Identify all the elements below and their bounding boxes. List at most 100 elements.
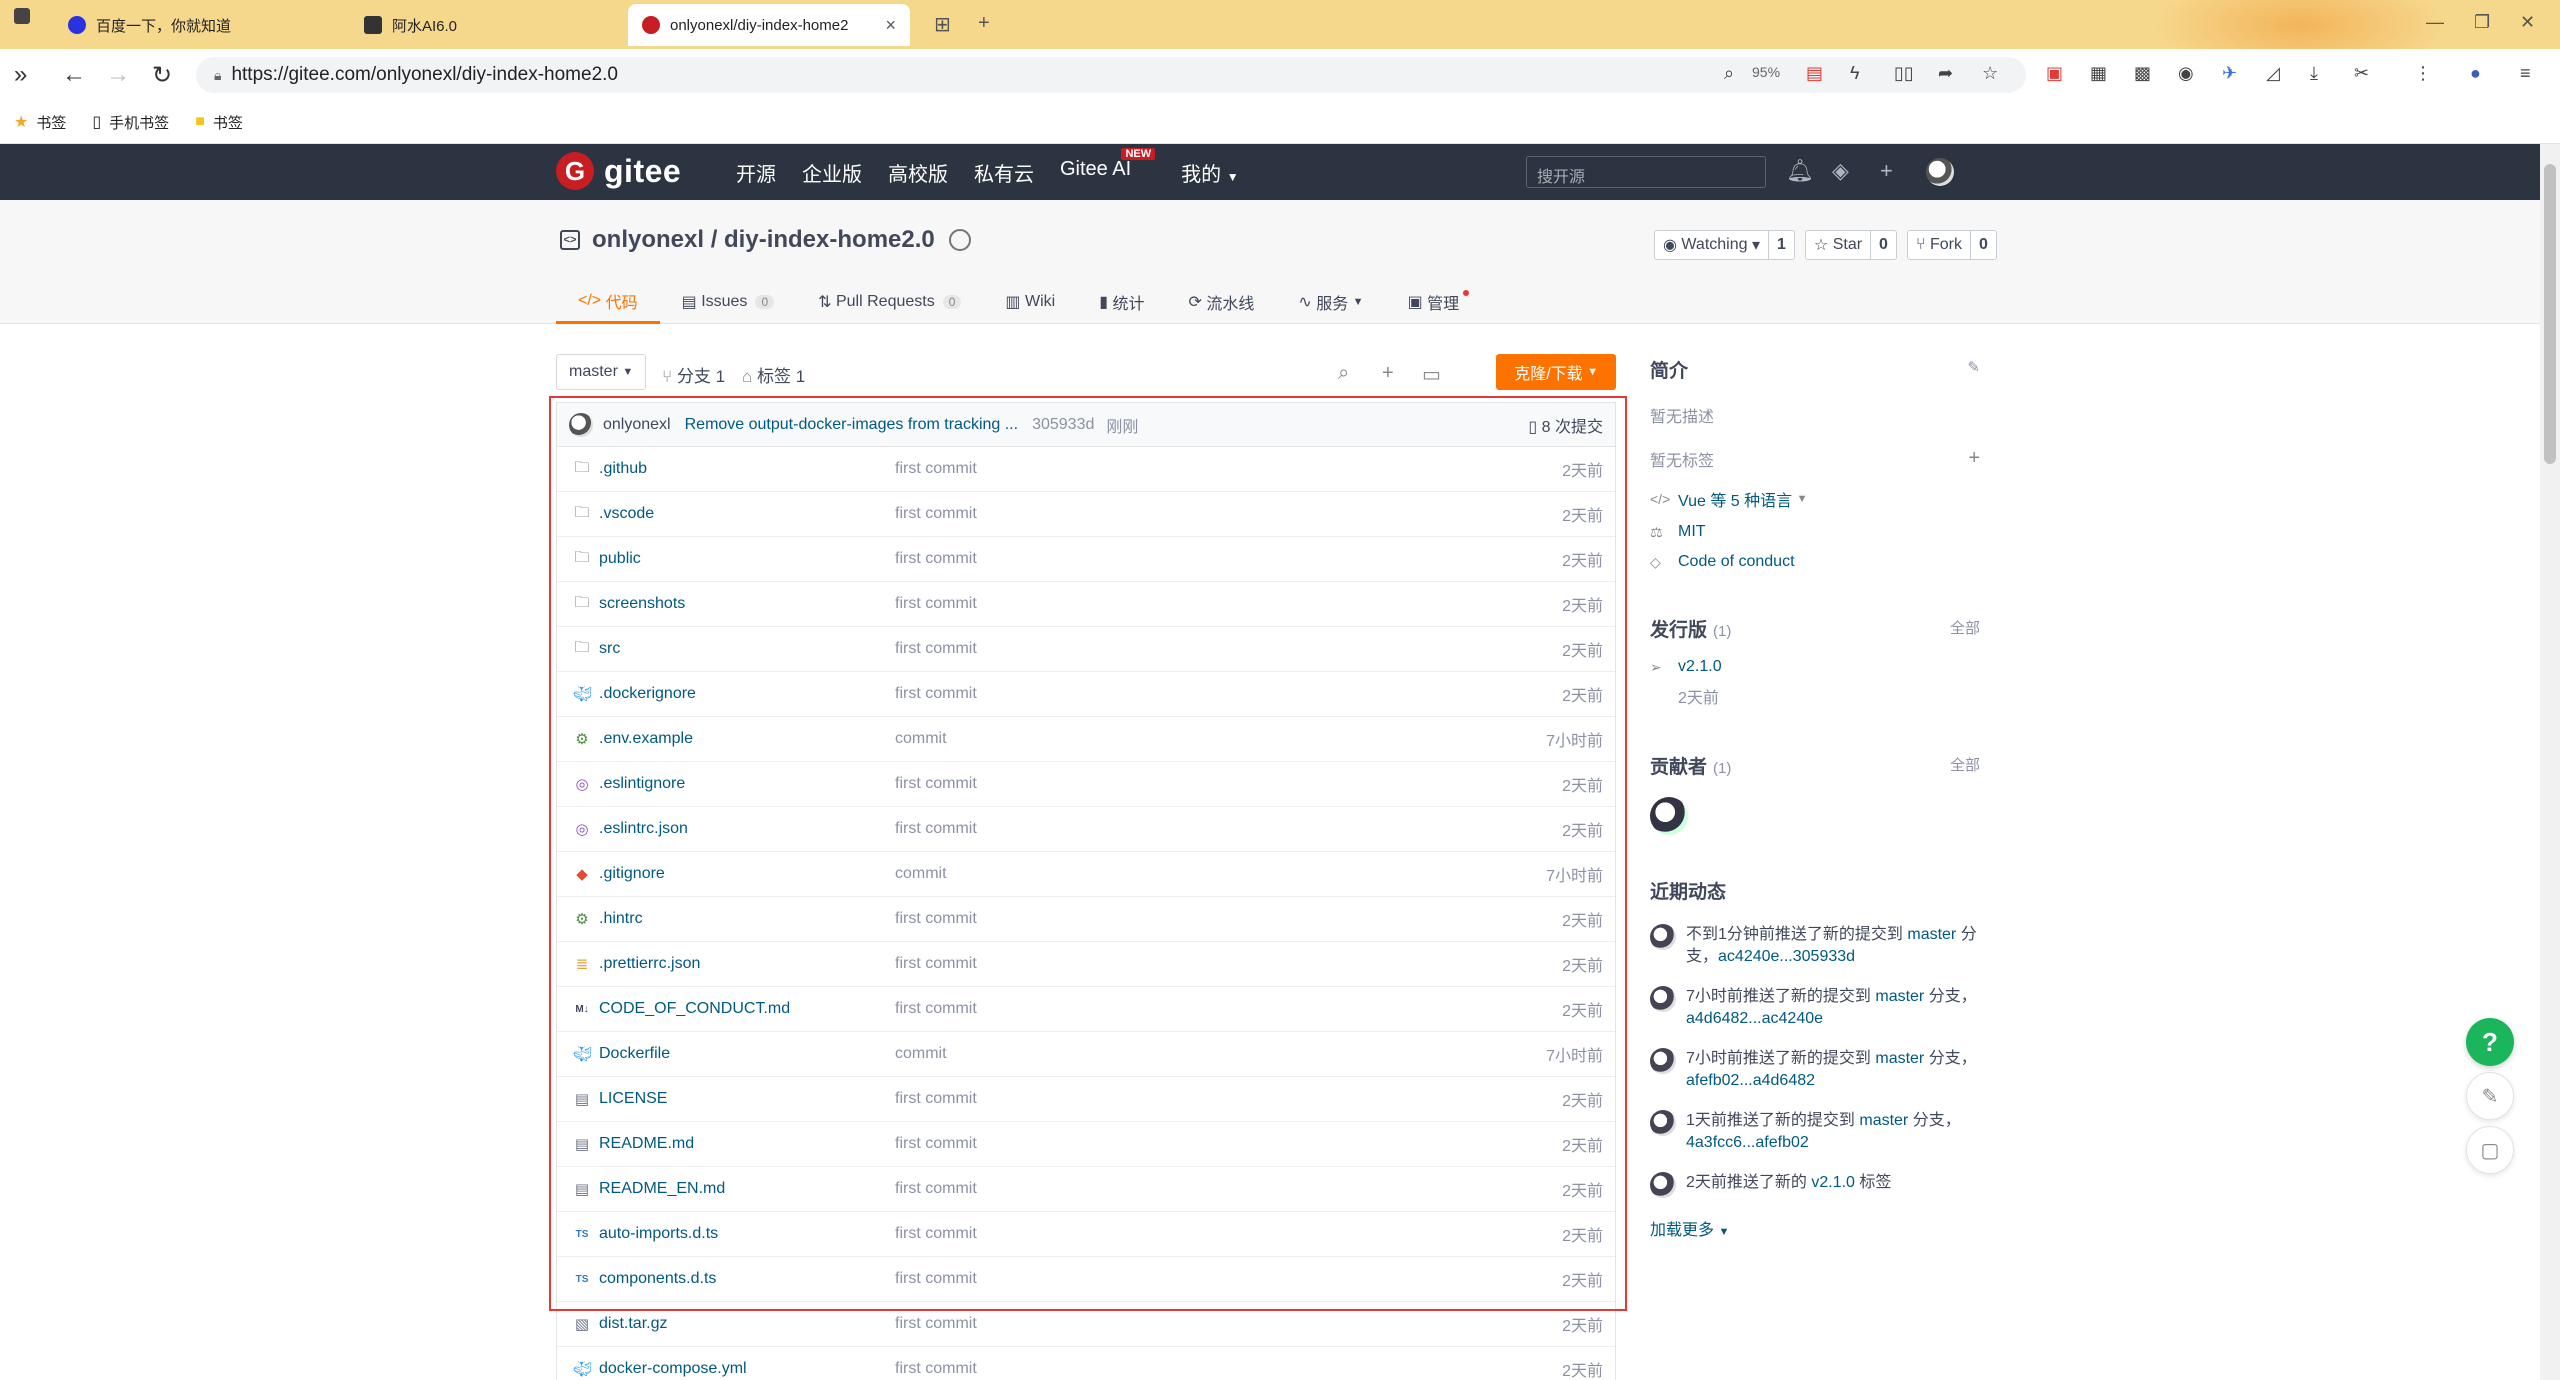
- file-name[interactable]: auto-imports.d.ts: [599, 1225, 899, 1243]
- browser-tab-baidu[interactable]: 百度一下，你就知道: [54, 4, 374, 46]
- help-button[interactable]: ?: [2466, 1018, 2514, 1066]
- contributor-avatar[interactable]: [1650, 797, 1688, 835]
- activity-avatar[interactable]: [1650, 924, 1676, 950]
- file-commit-message[interactable]: first commit: [895, 1315, 977, 1333]
- more-menu-icon[interactable]: ⋮: [2414, 63, 2432, 84]
- file-name[interactable]: .github: [599, 460, 899, 478]
- file-name[interactable]: src: [599, 640, 899, 658]
- scrollbar-thumb[interactable]: [2544, 164, 2556, 464]
- bookmark-item[interactable]: ★ 书签: [14, 112, 66, 133]
- file-name[interactable]: CODE_OF_CONDUCT.md: [599, 1000, 899, 1018]
- file-name[interactable]: .gitignore: [599, 865, 899, 883]
- tab-grid-icon[interactable]: ⊞: [934, 12, 951, 37]
- file-commit-message[interactable]: first commit: [895, 1270, 977, 1288]
- file-row[interactable]: 🐳︎ docker-compose.yml first commit 2天前: [557, 1347, 1615, 1380]
- clone-download-button[interactable]: 克隆/下载 ▼: [1496, 354, 1616, 390]
- file-row[interactable]: ▧ dist.tar.gz first commit 2天前: [557, 1302, 1615, 1347]
- file-row[interactable]: 🐳︎ Dockerfile commit 7小时前: [557, 1032, 1615, 1077]
- contrib-all-link[interactable]: 全部: [1950, 754, 1980, 775]
- file-name[interactable]: README_EN.md: [599, 1180, 899, 1198]
- tab-code[interactable]: </> 代码: [556, 280, 660, 324]
- file-row[interactable]: ▤ README_EN.md first commit 2天前: [557, 1167, 1615, 1212]
- tab-manage[interactable]: ▣ 管理: [1386, 280, 1482, 324]
- file-name[interactable]: Dockerfile: [599, 1045, 899, 1063]
- file-row[interactable]: ▤ LICENSE first commit 2天前: [557, 1077, 1615, 1122]
- add-tag-icon[interactable]: +: [1968, 447, 1980, 470]
- share-icon[interactable]: ➦: [1938, 63, 1953, 84]
- coc-item[interactable]: ◇ Code of conduct: [1650, 553, 1980, 571]
- file-commit-message[interactable]: first commit: [895, 550, 977, 568]
- activity-range-link[interactable]: a4d6482...ac4240e: [1686, 1010, 1823, 1027]
- plus-icon[interactable]: +: [1880, 158, 1893, 184]
- location-icon[interactable]: ◈: [1832, 158, 1849, 184]
- tab-services[interactable]: ∿ 服务 ▼: [1276, 280, 1385, 324]
- restore-icon[interactable]: ❐: [2474, 12, 2490, 33]
- watch-button[interactable]: ◉ Watching ▾ 1: [1654, 230, 1795, 260]
- tab-issues[interactable]: ▤ Issues 0: [660, 280, 797, 324]
- file-name[interactable]: .eslintrc.json: [599, 820, 899, 838]
- file-name[interactable]: .hintrc: [599, 910, 899, 928]
- file-name[interactable]: .dockerignore: [599, 685, 899, 703]
- commit-sha[interactable]: 305933d: [1032, 416, 1094, 434]
- search-icon[interactable]: ⌕: [1338, 362, 1349, 385]
- activity-avatar[interactable]: [1650, 1172, 1676, 1198]
- activity-avatar[interactable]: [1650, 986, 1676, 1012]
- file-name[interactable]: screenshots: [599, 595, 899, 613]
- file-commit-message[interactable]: first commit: [895, 1180, 977, 1198]
- nav-open-source[interactable]: 开源: [736, 158, 776, 187]
- nav-enterprise[interactable]: 企业版: [802, 158, 862, 187]
- file-commit-message[interactable]: first commit: [895, 460, 977, 478]
- file-row[interactable]: ⚙ .env.example commit 7小时前: [557, 717, 1615, 762]
- nav-mine[interactable]: 我的 ▼: [1181, 158, 1238, 187]
- activity-branch-link[interactable]: master: [1907, 926, 1956, 943]
- branches-link[interactable]: ⑂ 分支 1: [662, 362, 725, 387]
- language-item[interactable]: </> Vue 等 5 种语言 ▼: [1650, 487, 1980, 511]
- file-name[interactable]: components.d.ts: [599, 1270, 899, 1288]
- nav-private-cloud[interactable]: 私有云: [974, 158, 1034, 187]
- tags-link[interactable]: ⌂ 标签 1: [742, 362, 805, 387]
- commit-message[interactable]: Remove output-docker-images from trackin…: [685, 416, 1018, 434]
- file-commit-message[interactable]: first commit: [895, 685, 977, 703]
- file-row[interactable]: ◎ .eslintignore first commit 2天前: [557, 762, 1615, 807]
- lightning-icon[interactable]: ϟ: [1850, 63, 1860, 84]
- file-row[interactable]: 🗀︎ public first commit 2天前: [557, 537, 1615, 582]
- new-tab-icon[interactable]: +: [978, 12, 990, 35]
- tab-pipeline[interactable]: ⟳ 流水线: [1166, 280, 1276, 324]
- file-row[interactable]: M↓ CODE_OF_CONDUCT.md first commit 2天前: [557, 987, 1615, 1032]
- file-commit-message[interactable]: first commit: [895, 505, 977, 523]
- file-name[interactable]: .env.example: [599, 730, 899, 748]
- file-commit-message[interactable]: first commit: [895, 820, 977, 838]
- activity-branch-link[interactable]: master: [1875, 988, 1924, 1005]
- releases-all-link[interactable]: 全部: [1950, 617, 1980, 638]
- chat-button[interactable]: ▢: [2466, 1126, 2514, 1174]
- qr-icon[interactable]: ▩: [2134, 63, 2151, 84]
- commit-count-link[interactable]: ▯ 8 次提交: [1528, 413, 1603, 437]
- bookmark-item[interactable]: ▯ 手机书签: [92, 112, 169, 133]
- file-row[interactable]: 🗀︎ screenshots first commit 2天前: [557, 582, 1615, 627]
- reader-icon[interactable]: ▯▯: [1894, 63, 1914, 84]
- download-icon[interactable]: ⤓: [2310, 63, 2318, 84]
- file-row[interactable]: ≣ .prettierrc.json first commit 2天前: [557, 942, 1615, 987]
- search-input[interactable]: 搜开源: [1526, 156, 1766, 188]
- file-commit-message[interactable]: first commit: [895, 1090, 977, 1108]
- file-commit-message[interactable]: first commit: [895, 1135, 977, 1153]
- tab-wiki[interactable]: ▥ Wiki: [983, 280, 1077, 324]
- file-commit-message[interactable]: first commit: [895, 595, 977, 613]
- add-file-icon[interactable]: +: [1382, 362, 1394, 385]
- extension-3-icon[interactable]: ✈: [2222, 63, 2237, 84]
- nav-education[interactable]: 高校版: [888, 158, 948, 187]
- file-commit-message[interactable]: first commit: [895, 910, 977, 928]
- back-icon[interactable]: ←: [62, 61, 86, 89]
- feedback-button[interactable]: ✎: [2466, 1072, 2514, 1120]
- commit-author-avatar[interactable]: [569, 412, 593, 437]
- file-name[interactable]: docker-compose.yml: [599, 1360, 899, 1378]
- browser-tab-ai[interactable]: 阿水AI6.0: [350, 4, 630, 46]
- pdf-icon[interactable]: ▣: [2046, 63, 2063, 84]
- file-commit-message[interactable]: first commit: [895, 1360, 977, 1378]
- file-row[interactable]: 🗀︎ .github first commit 2天前: [557, 447, 1615, 492]
- browser-tab-gitee[interactable]: onlyonexl/diy-index-home2 ×: [628, 4, 910, 46]
- file-name[interactable]: dist.tar.gz: [599, 1315, 899, 1333]
- activity-range-link[interactable]: 4a3fcc6...afefb02: [1686, 1134, 1809, 1151]
- activity-avatar[interactable]: [1650, 1110, 1676, 1136]
- activity-branch-link[interactable]: v2.1.0: [1811, 1174, 1855, 1191]
